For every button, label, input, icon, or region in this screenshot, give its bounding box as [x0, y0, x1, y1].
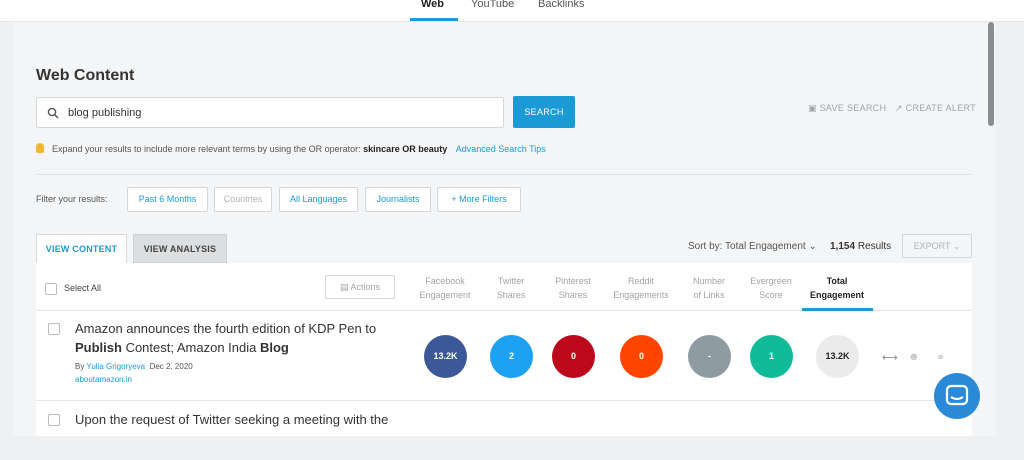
article-meta: By Yulia Grigoryeva Dec 2, 2020 — [75, 362, 193, 371]
row-checkbox[interactable] — [48, 323, 60, 335]
metric-facebook-engagement: 13.2K — [424, 335, 467, 378]
table-row: Upon the request of Twitter seeking a me… — [36, 402, 972, 436]
sort-label: Sort by: Total Engagement — [688, 241, 806, 252]
row-checkbox[interactable] — [48, 414, 60, 426]
search-box[interactable] — [36, 97, 504, 128]
results-label: Results — [857, 241, 892, 252]
column-total-engagement[interactable]: Total Engagement — [802, 274, 872, 302]
column-twitter-shares[interactable]: Twitter Shares — [476, 274, 546, 302]
divider — [36, 174, 972, 175]
filter-all-languages[interactable]: All Languages — [279, 187, 358, 212]
column-facebook-engagement[interactable]: Facebook Engagement — [410, 274, 480, 302]
article-date: Dec 2, 2020 — [149, 362, 193, 371]
save-icon: ▣ — [808, 103, 817, 113]
advanced-search-tips-link[interactable]: Advanced Search Tips — [456, 144, 546, 154]
filter-label: Filter your results: — [36, 194, 108, 204]
trend-icon: ↗ — [895, 103, 903, 113]
column-pinterest-shares[interactable]: Pinterest Shares — [538, 274, 608, 302]
results-count: 1,154 Results — [830, 241, 891, 252]
select-all-label: Select All — [64, 283, 102, 293]
filter-journalists[interactable]: Journalists — [365, 187, 431, 212]
page-title: Web Content — [36, 67, 135, 84]
chevron-down-icon: ⌄ — [952, 241, 961, 251]
search-icon — [47, 107, 59, 119]
results-table: Select All ▤ Actions Facebook Engagement … — [36, 263, 972, 436]
chat-icon — [945, 384, 969, 406]
export-label: EXPORT — [913, 241, 951, 251]
column-evergreen-score[interactable]: Evergreen Score — [736, 274, 806, 302]
chevron-down-icon: ⌄ — [808, 241, 817, 252]
table-row: Amazon announces the fourth edition of K… — [36, 311, 972, 401]
author-link[interactable]: Yulia Grigoryeva — [86, 362, 145, 371]
top-nav: Web YouTube Backlinks — [0, 0, 1024, 22]
lightbulb-icon — [36, 143, 44, 153]
scrollbar-thumb[interactable] — [988, 22, 994, 126]
search-tip: Expand your results to include more rele… — [36, 143, 546, 154]
select-all-checkbox[interactable] — [45, 283, 57, 295]
share-icon[interactable]: ⟷ — [882, 351, 898, 364]
actions-button[interactable]: ▤ Actions — [325, 275, 395, 299]
metric-total-engagement: 13.2K — [816, 335, 859, 378]
link-icon[interactable]: ⚭ — [936, 351, 945, 364]
save-search-label: SAVE SEARCH — [819, 103, 887, 113]
tip-example: skincare OR beauty — [363, 144, 448, 154]
metric-number-of-links: - — [688, 335, 731, 378]
create-alert-label: CREATE ALERT — [905, 103, 976, 113]
save-search-button[interactable]: ▣ SAVE SEARCH — [808, 103, 886, 114]
filter-past-6-months[interactable]: Past 6 Months — [127, 187, 208, 212]
chat-support-button[interactable] — [934, 373, 980, 419]
search-input[interactable] — [68, 104, 488, 122]
table-header: Select All ▤ Actions Facebook Engagement … — [36, 263, 972, 311]
metric-reddit-engagements: 0 — [620, 335, 663, 378]
chat-icon: ▤ — [339, 282, 349, 292]
filter-more-filters[interactable]: + More Filters — [437, 187, 521, 212]
metric-evergreen-score: 1 — [750, 335, 793, 378]
results-number: 1,154 — [830, 241, 856, 252]
export-button[interactable]: EXPORT ⌄ — [902, 234, 972, 258]
tab-view-content[interactable]: VIEW CONTENT — [36, 234, 127, 263]
tab-web[interactable]: Web — [421, 0, 444, 10]
tab-view-analysis[interactable]: VIEW ANALYSIS — [133, 234, 227, 263]
tab-backlinks[interactable]: Backlinks — [538, 0, 584, 10]
filter-countries[interactable]: Countries — [214, 187, 272, 212]
metric-twitter-shares: 2 — [490, 335, 533, 378]
people-icon[interactable]: ☻ — [908, 351, 920, 363]
tab-youtube[interactable]: YouTube — [471, 0, 514, 10]
active-tab-indicator — [410, 18, 458, 21]
article-domain-link[interactable]: aboutamazon.in — [75, 375, 132, 384]
tip-text: Expand your results to include more rele… — [52, 144, 361, 154]
article-title-link[interactable]: Amazon announces the fourth edition of K… — [75, 319, 376, 357]
actions-label: Actions — [350, 282, 381, 292]
metric-pinterest-shares: 0 — [552, 335, 595, 378]
sort-dropdown[interactable]: Sort by: Total Engagement ⌄ — [688, 241, 817, 252]
article-title-link[interactable]: Upon the request of Twitter seeking a me… — [75, 410, 388, 429]
create-alert-button[interactable]: ↗ CREATE ALERT — [895, 103, 976, 114]
column-reddit-engagements[interactable]: Reddit Engagements — [606, 274, 676, 302]
search-button[interactable]: SEARCH — [513, 96, 575, 128]
column-number-of-links[interactable]: Number of Links — [674, 274, 744, 302]
